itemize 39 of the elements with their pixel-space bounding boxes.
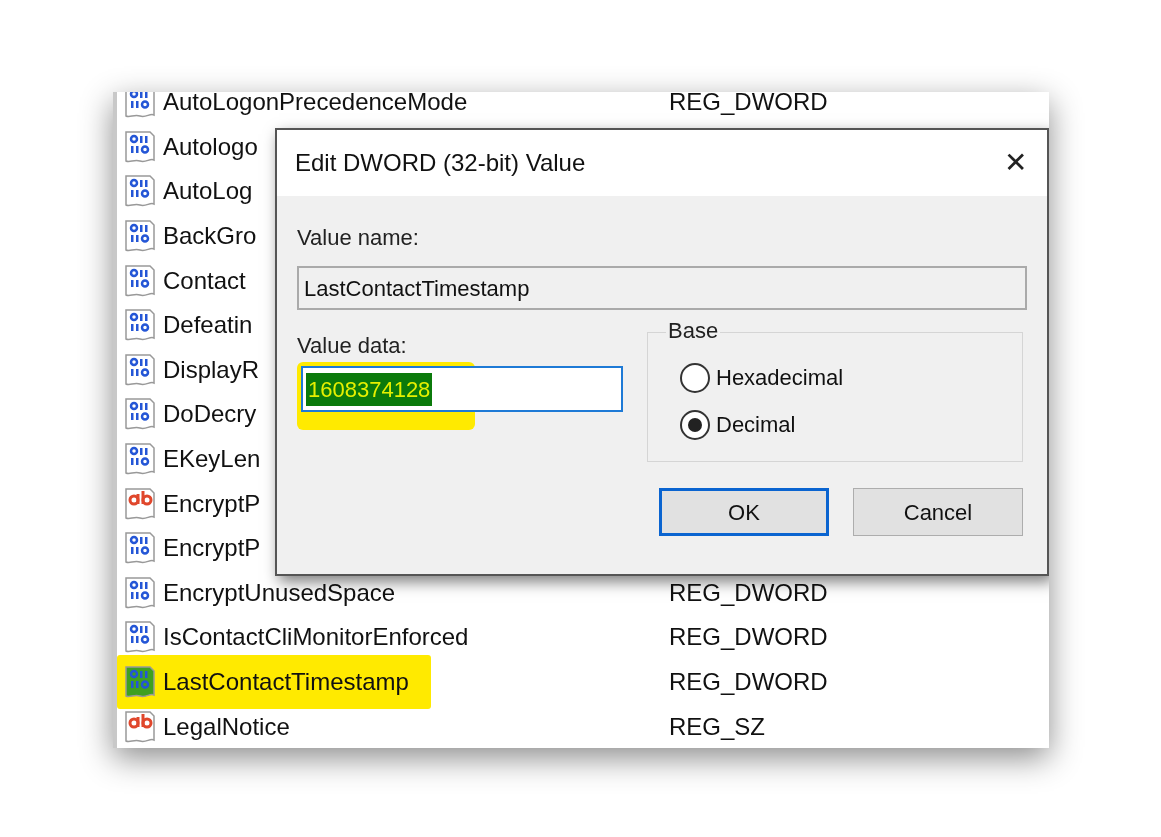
value-type: REG_DWORD [669,577,828,608]
value-name[interactable]: DisplayR [163,351,260,388]
value-name[interactable]: EKeyLen [163,441,261,478]
radio-button[interactable] [680,409,710,440]
value-type: REG_DWORD [669,667,828,697]
string-value-icon [123,708,157,745]
value-type: REG_SZ [669,711,766,742]
value-name[interactable]: IsContactCliMonitorEnforced [163,619,469,656]
field-label: Value name: [297,224,420,252]
binary-value-icon [123,351,157,388]
field-label: Value data: [297,332,408,360]
value-data-field[interactable]: 1608374128 [301,366,623,412]
binary-value-icon [123,128,157,165]
binary-value-icon [123,574,157,611]
value-type: REG_DWORD [669,92,828,118]
value-name[interactable]: LegalNotice [163,708,290,745]
binary-value-icon [123,664,157,700]
value-name[interactable]: Contact [163,262,246,299]
dialog-button[interactable]: OK [659,488,829,536]
radio-label[interactable]: Hexadecimal [716,361,844,394]
value-name[interactable]: LastContactTimestamp [163,664,409,700]
value-name[interactable]: AutoLogonPrecedenceMode [163,92,468,121]
dialog-title: Edit DWORD (32-bit) Value [295,148,586,178]
dialog-button[interactable]: Cancel [853,488,1023,536]
value-type: REG_DWORD [669,622,828,653]
value-name[interactable]: AutoLog [163,173,253,210]
value-name[interactable]: Defeatin [163,307,253,344]
radio-label[interactable]: Decimal [716,408,796,441]
value-name[interactable]: DoDecry [163,396,257,433]
value-name[interactable]: EncryptP [163,530,261,567]
value-name-field[interactable]: LastContactTimestamp [297,266,1027,310]
close-button[interactable]: ✕ [1004,149,1027,177]
value-name[interactable]: EncryptP [163,485,261,522]
value-name[interactable]: BackGro [163,218,257,255]
radio-button[interactable] [680,362,710,393]
value-name[interactable]: Autologo [163,128,258,165]
string-value-icon [123,485,157,522]
binary-value-icon [123,262,157,299]
value-name[interactable]: EncryptUnusedSpace [163,574,396,611]
